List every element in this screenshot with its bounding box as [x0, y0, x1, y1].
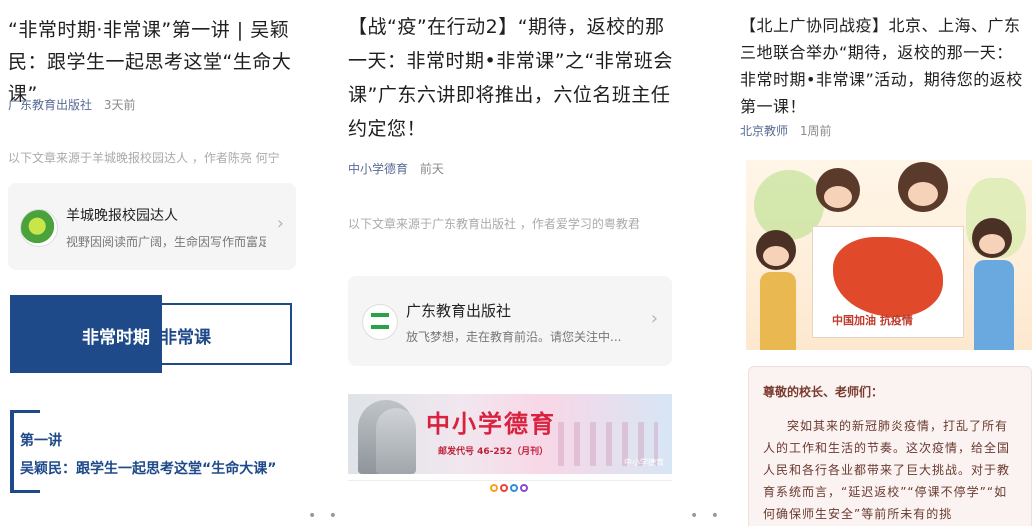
magazine-banner: 中小学德育 邮发代号 46-252（月刊） 中小学德育 — [348, 394, 672, 474]
letter-card: 尊敬的校长、老师们： 突如其来的新冠肺炎疫情，打乱了所有人的工作和生活的节奏。这… — [748, 366, 1032, 526]
lecture-label: 第一讲 — [20, 433, 62, 449]
lecture-text: 吴颖民：跟学生一起思考这堂“生命大课” — [20, 461, 277, 477]
child-body — [974, 260, 1014, 350]
account-card[interactable]: 羊城晚报校园达人 视野因阅读而广阔，生命因写作而富足... › — [8, 183, 296, 270]
face-shape — [908, 182, 938, 206]
divider — [348, 480, 672, 481]
pager-dots: • • — [308, 508, 341, 524]
source-account[interactable]: 中小学德育 — [348, 162, 408, 176]
article-meta: 北京教师 1周前 — [740, 122, 831, 139]
publish-time: 3天前 — [103, 98, 136, 112]
dot-icon — [520, 484, 528, 492]
article-card-3[interactable]: 【北上广协同战疫】北京、上海、广东三地联合举办“期待，返校的那一天：非常时期•非… — [690, 0, 1034, 526]
source-account[interactable]: 广东教育出版社 — [8, 98, 92, 112]
letter-body: 突如其来的新冠肺炎疫情，打乱了所有人的工作和生活的节奏。这次疫情，给全国人民和各… — [763, 419, 1011, 521]
carousel-indicator — [490, 484, 530, 494]
face-shape — [763, 246, 789, 266]
pager-dots: • • — [690, 508, 723, 524]
statue-silhouette-2 — [376, 408, 416, 474]
publish-time: 1周前 — [799, 124, 832, 138]
chevron-right-icon: › — [276, 213, 284, 234]
china-map-shape — [833, 237, 943, 317]
account-card[interactable]: 广东教育出版社 放飞梦想，走在教育前沿。请您关注中... › — [348, 276, 672, 366]
publish-time: 前天 — [419, 162, 444, 176]
magazine-title: 中小学德育 — [426, 409, 556, 438]
letter-greeting: 尊敬的校长、老师们： — [763, 385, 884, 399]
from-note: 以下文章来源于广东教育出版社 ，作者爱学习的粤教君 — [348, 217, 640, 231]
lecture-bar-bottom — [10, 490, 40, 493]
child-body — [760, 272, 796, 350]
account-desc: 放飞梦想，走在教育前沿。请您关注中... — [406, 330, 622, 344]
article-meta: 中小学德育 前天 — [348, 160, 444, 177]
article-meta: 广东教育出版社 3天前 — [8, 96, 135, 113]
child-head — [816, 168, 860, 212]
article-card-2[interactable]: 【战“疫”在行动2】“期待，返校的那一天：非常时期•非常课”之“非常班会课”广东… — [330, 0, 690, 526]
chevron-right-icon: › — [650, 308, 658, 329]
article-card-1[interactable]: “非常时期·非常课”第一讲 | 吴颖民：跟学生一起思考这堂“生命大课” 广东教育… — [0, 0, 330, 526]
logo-mark-icon — [371, 313, 389, 329]
banner-right-text: 非常课 — [160, 328, 211, 348]
account-name: 广东教育出版社 — [406, 302, 512, 320]
poster-illustration: 中国加油 抗疫情 — [746, 160, 1032, 350]
series-banner: 非常时期 非常课 — [10, 295, 292, 373]
face-shape — [824, 186, 852, 208]
article-title[interactable]: 【北上广协同战疫】北京、上海、广东三地联合举办“期待，返校的那一天：非常时期•非… — [740, 12, 1028, 120]
child-head — [972, 218, 1012, 258]
child-head — [756, 230, 796, 270]
banner-watermark: 中小学德育 — [624, 458, 664, 467]
account-logo — [20, 209, 58, 247]
dot-icon — [500, 484, 508, 492]
account-logo — [362, 304, 398, 340]
lecture-bar — [10, 410, 14, 492]
magazine-issn: 邮发代号 46-252（月刊） — [438, 447, 549, 457]
face-shape — [979, 234, 1005, 254]
from-note: 以下文章来源于羊城晚报校园达人 ，作者陈亮 何宁 — [8, 151, 280, 165]
account-name: 羊城晚报校园达人 — [66, 208, 178, 224]
account-desc: 视野因阅读而广阔，生命因写作而富足... — [66, 235, 266, 249]
lecture-bar-top — [10, 410, 40, 413]
dot-icon — [510, 484, 518, 492]
source-account[interactable]: 北京教师 — [740, 124, 788, 138]
article-title[interactable]: 【战“疫”在行动2】“期待，返校的那一天：非常时期•非常课”之“非常班会课”广东… — [348, 10, 678, 146]
banner-left-text: 非常时期 — [82, 328, 150, 348]
adult-head — [898, 162, 948, 212]
poster-slogan: 中国加油 抗疫情 — [832, 314, 913, 327]
dot-icon — [490, 484, 498, 492]
